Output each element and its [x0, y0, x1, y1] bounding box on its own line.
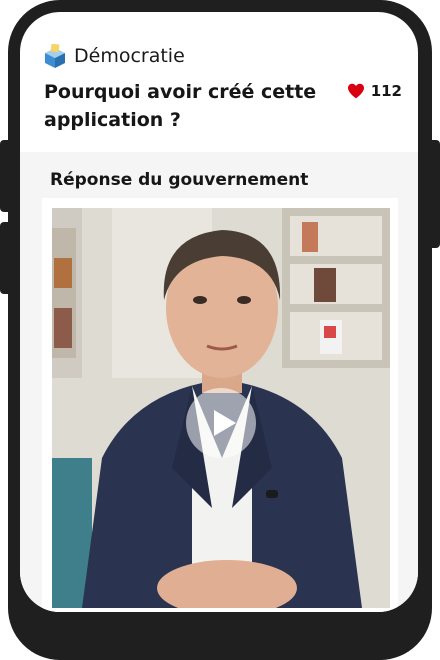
video-thumbnail[interactable]: [52, 208, 390, 608]
play-triangle-icon: [214, 410, 236, 436]
response-title: Réponse du gouvernement: [50, 170, 309, 190]
like-button[interactable]: 112: [347, 82, 402, 100]
ballot-box-icon: [45, 44, 65, 68]
phone-side-button: [0, 222, 12, 294]
play-icon[interactable]: [186, 388, 256, 458]
likes-count: 112: [370, 82, 402, 100]
topic-tag[interactable]: Démocratie: [44, 44, 185, 68]
topic-label: Démocratie: [74, 45, 185, 67]
heart-icon: [347, 83, 364, 99]
phone-side-button: [0, 140, 12, 212]
question-title[interactable]: Pourquoi avoir créé cette application ?: [44, 78, 334, 134]
phone-screen: Démocratie Pourquoi avoir créé cette app…: [20, 12, 418, 612]
phone-power-button: [428, 140, 440, 248]
